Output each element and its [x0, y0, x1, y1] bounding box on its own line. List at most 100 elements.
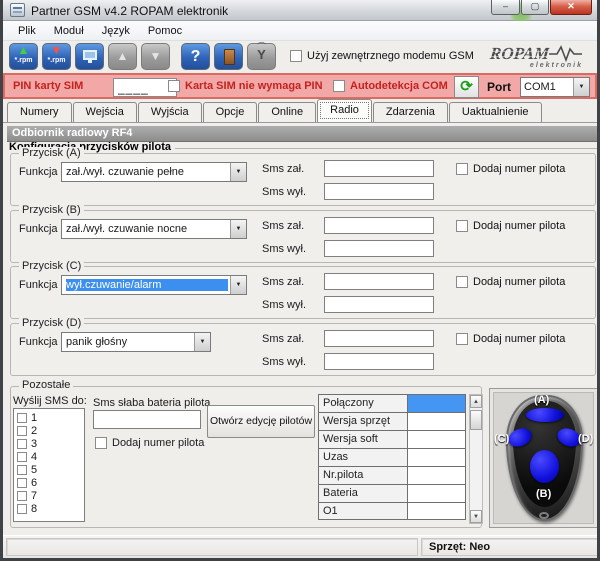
sms-number-checkbox-5[interactable]: 5 [17, 463, 84, 476]
titlebar[interactable]: Partner GSM v4.2 ROPAM elektronik – ▢ ✕ [3, 0, 597, 21]
window-title: Partner GSM v4.2 ROPAM elektronik [31, 4, 228, 18]
checkbox-box [290, 50, 302, 62]
funkcja-select-b[interactable]: zał./wył. czuwanie nocne ▼ [61, 219, 247, 239]
tab-radio[interactable]: Radio [317, 99, 372, 122]
scroll-thumb[interactable] [470, 410, 482, 430]
sms-number-checkbox-3[interactable]: 3 [17, 437, 84, 450]
funkcja-select-d[interactable]: panik głośny ▼ [61, 332, 211, 352]
upload-icon: ▲ [109, 44, 136, 69]
table-row: Wersja sprzęt [318, 412, 466, 430]
signal-arc-icon: ⌒ [248, 43, 275, 51]
chevron-down-icon: ▼ [230, 276, 246, 294]
open-file-icon: ▲ [10, 44, 37, 57]
download-config-button[interactable]: ▼ [141, 43, 170, 70]
download-icon: ▼ [142, 44, 169, 69]
sms-off-input-b[interactable] [324, 240, 434, 257]
minimize-button[interactable]: – [491, 0, 520, 15]
table-row: Nr.pilota [318, 466, 466, 484]
table-row: Wersja soft [318, 430, 466, 448]
send-sms-label: Wyślij SMS do: [13, 395, 87, 407]
pin-row: PIN karty SIM Karta SIM nie wymaga PIN A… [3, 73, 597, 99]
funkcja-select-c[interactable]: wył.czuwanie/alarm ▼ [61, 275, 247, 295]
app-window: Partner GSM v4.2 ROPAM elektronik – ▢ ✕ … [0, 0, 600, 561]
pilot-button-a [526, 408, 564, 422]
connected-value-cell [408, 394, 466, 412]
checkbox-box [456, 220, 468, 232]
chevron-down-icon: ▼ [230, 163, 246, 181]
open-pilot-editor-button[interactable]: Otwórz edycję pilotów [207, 405, 315, 438]
pozostale-legend: Pozostałe [19, 379, 73, 391]
pilot-label-c: (C) [494, 433, 509, 445]
low-battery-sms-input[interactable] [93, 410, 201, 429]
port-label: Port [487, 80, 511, 94]
chevron-down-icon: ▼ [573, 78, 589, 96]
sms-number-checkbox-1[interactable]: 1 [17, 411, 84, 424]
connect-device-button[interactable] [75, 43, 104, 70]
pilot-image-panel: (A) (C) (D) (B) [489, 388, 598, 528]
refresh-ports-button[interactable]: ⟳ [454, 76, 479, 98]
add-pilot-number-checkbox-a[interactable]: Dodaj numer pilota [456, 163, 565, 175]
autodetect-com-checkbox[interactable]: Autodetekcja COM [333, 80, 448, 92]
maximize-button[interactable]: ▢ [521, 0, 549, 15]
module-button[interactable] [214, 43, 243, 70]
sms-on-input-b[interactable] [324, 217, 434, 234]
chevron-down-icon: ▼ [194, 333, 210, 351]
help-button[interactable]: ? [181, 43, 210, 70]
antenna-button[interactable]: ⌒ Y [247, 43, 276, 70]
caption-buttons: – ▢ ✕ [490, 0, 592, 15]
tab-wyjscia[interactable]: Wyjścia [138, 102, 202, 122]
checkbox-box [95, 437, 107, 449]
app-icon [10, 3, 25, 17]
upload-config-button[interactable]: ▲ [108, 43, 137, 70]
sms-number-checkbox-8[interactable]: 8 [17, 502, 84, 515]
checkbox-box [456, 276, 468, 288]
sms-off-input-a[interactable] [324, 183, 434, 200]
menu-jezyk[interactable]: Język [93, 23, 139, 39]
przycisk-b-group: Przycisk (B) Funkcja zał./wył. czuwanie … [10, 210, 596, 263]
sms-number-checkbox-7[interactable]: 7 [17, 489, 84, 502]
tab-zdarzenia[interactable]: Zdarzenia [373, 102, 448, 122]
chevron-down-icon: ▼ [230, 220, 246, 238]
pilot-label-a: (A) [534, 394, 549, 406]
open-rpm-button[interactable]: ▲ *.rpm [9, 43, 38, 70]
menu-pomoc[interactable]: Pomoc [139, 23, 191, 39]
add-pilot-number-checkbox-b[interactable]: Dodaj numer pilota [456, 220, 565, 232]
group-title-row: Konfiguracja przycisków pilota [9, 141, 597, 153]
sms-on-input-d[interactable] [324, 330, 434, 347]
menubar: Plik Moduł Język Pomoc [3, 21, 597, 41]
monitor-icon [83, 50, 97, 60]
add-pilot-number-checkbox-c[interactable]: Dodaj numer pilota [456, 276, 565, 288]
pilot-button-b [530, 450, 559, 483]
close-button[interactable]: ✕ [550, 0, 592, 15]
sms-number-checkbox-2[interactable]: 2 [17, 424, 84, 437]
external-modem-checkbox[interactable]: Użyj zewnętrznego modemu GSM [290, 50, 474, 62]
przycisk-d-group: Przycisk (D) Funkcja panik głośny ▼ Sms … [10, 323, 596, 376]
table-row: Połączony [318, 394, 466, 412]
sms-on-input-a[interactable] [324, 160, 434, 177]
menu-plik[interactable]: Plik [9, 23, 45, 39]
port-select[interactable]: COM1 ▼ [520, 77, 590, 97]
tab-numery[interactable]: Numery [7, 102, 72, 122]
no-pin-checkbox[interactable]: Karta SIM nie wymaga PIN [168, 80, 323, 92]
table-row: O1 [318, 502, 466, 520]
sms-off-input-d[interactable] [324, 353, 434, 370]
low-battery-sms-label: Sms słaba bateria pilota [93, 397, 210, 409]
sms-number-checkbox-4[interactable]: 4 [17, 450, 84, 463]
checkbox-box [333, 80, 345, 92]
table-row: Uzas [318, 448, 466, 466]
funkcja-select-a[interactable]: zał./wył. czuwanie pełne ▼ [61, 162, 247, 182]
scroll-down-icon[interactable]: ▼ [470, 510, 482, 523]
sms-on-input-c[interactable] [324, 273, 434, 290]
tab-online[interactable]: Online [258, 102, 316, 122]
tab-opcje[interactable]: Opcje [203, 102, 258, 122]
add-pilot-number-checkbox-battery[interactable]: Dodaj numer pilota [95, 437, 204, 449]
table-scrollbar[interactable]: ▲ ▼ [469, 394, 483, 524]
sms-off-input-c[interactable] [324, 296, 434, 313]
save-rpm-button[interactable]: ▼ *.rpm [42, 43, 71, 70]
tab-uaktualnienie[interactable]: Uaktualnienie [449, 102, 542, 122]
add-pilot-number-checkbox-d[interactable]: Dodaj numer pilota [456, 333, 565, 345]
menu-modul[interactable]: Moduł [45, 23, 93, 39]
scroll-up-icon[interactable]: ▲ [470, 395, 482, 408]
tab-wejscia[interactable]: Wejścia [73, 102, 137, 122]
sms-number-checkbox-6[interactable]: 6 [17, 476, 84, 489]
